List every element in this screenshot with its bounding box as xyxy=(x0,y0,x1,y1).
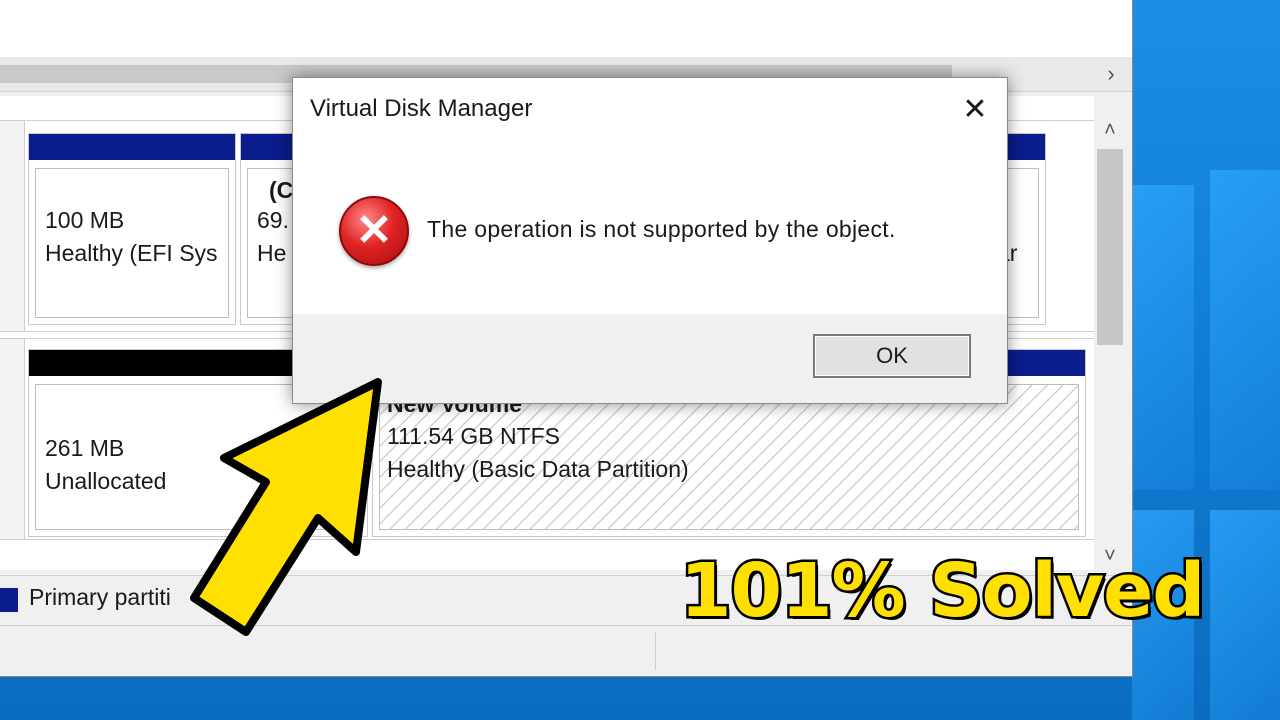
error-dialog: Virtual Disk Manager ✕ ✕ The operation i… xyxy=(292,77,1008,404)
primary-partition-swatch xyxy=(0,588,18,612)
scroll-right-arrow-icon[interactable]: › xyxy=(1098,61,1124,87)
partition-efi[interactable]: 100 MB Healthy (EFI Sys xyxy=(28,133,236,325)
partition-name: (C xyxy=(269,177,294,203)
volume-list-area xyxy=(0,0,1132,57)
dialog-title: Virtual Disk Manager xyxy=(310,95,533,122)
solved-headline: 101% Solved xyxy=(677,546,1207,637)
scrollbar-thumb[interactable] xyxy=(1097,149,1123,345)
partition-status: Unallocated xyxy=(45,468,167,494)
legend-primary-label: Primary partiti xyxy=(29,584,171,610)
partition-size: 111.54 GB NTFS xyxy=(387,423,560,449)
partition-status: Healthy (Basic Data Partition) xyxy=(387,456,689,482)
disk-label[interactable] xyxy=(0,339,25,539)
partition-size: 261 MB xyxy=(45,435,125,461)
windows-logo-pane xyxy=(1132,185,1194,490)
windows-logo-pane xyxy=(1210,170,1280,490)
partition-status: Healthy (EFI Sys xyxy=(45,240,218,266)
partition-status: He xyxy=(257,240,287,266)
ok-button[interactable]: OK xyxy=(813,334,971,378)
vertical-scrollbar[interactable]: ˄ ˅ xyxy=(1094,113,1126,575)
dialog-message: The operation is not supported by the ob… xyxy=(427,216,896,242)
status-divider xyxy=(655,632,656,670)
partition-size: 69. xyxy=(257,207,289,233)
yellow-arrow-icon xyxy=(190,378,382,636)
partition-size: 100 MB xyxy=(45,207,125,233)
error-icon: ✕ xyxy=(339,196,409,266)
close-icon[interactable]: ✕ xyxy=(953,90,997,130)
disk-label[interactable] xyxy=(0,121,25,331)
scroll-up-arrow-icon[interactable]: ˄ xyxy=(1094,115,1126,145)
windows-logo-pane xyxy=(1210,510,1280,720)
partition-bar xyxy=(29,134,235,160)
